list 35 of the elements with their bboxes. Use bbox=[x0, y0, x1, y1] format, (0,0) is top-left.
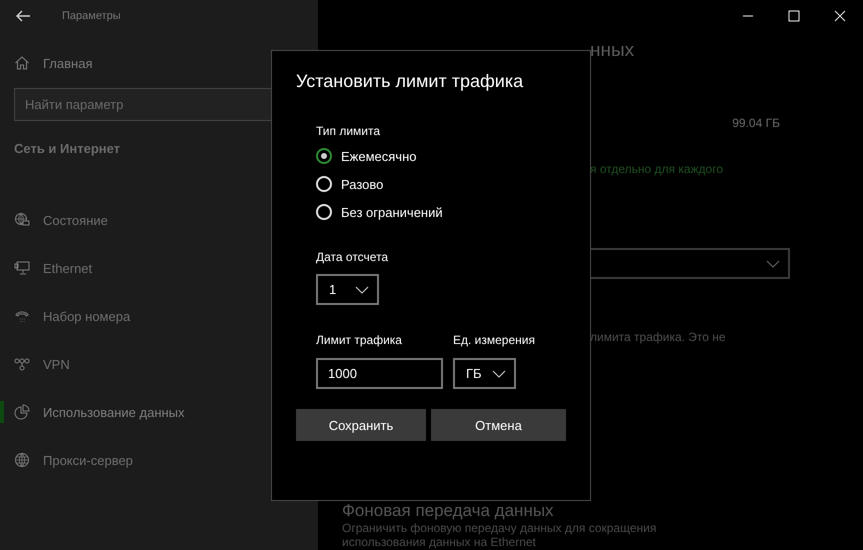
network-nodes-icon bbox=[14, 356, 30, 372]
page-heading: нных bbox=[590, 40, 634, 62]
home-nav-item[interactable]: Главная bbox=[14, 55, 92, 71]
home-icon bbox=[14, 55, 30, 71]
globe-monitor-icon bbox=[14, 212, 30, 228]
save-button[interactable]: Сохранить bbox=[296, 409, 426, 441]
radio-option[interactable]: Ежемесячно bbox=[316, 148, 416, 164]
input-field[interactable]: 1000 bbox=[316, 358, 443, 389]
radio-option[interactable]: Разово bbox=[316, 176, 384, 192]
pie-chart-icon bbox=[14, 404, 30, 420]
field-label: Лимит трафика bbox=[316, 333, 402, 347]
globe-icon bbox=[14, 452, 30, 468]
chevron-down-icon bbox=[355, 286, 369, 294]
chevron-down-icon bbox=[492, 370, 506, 378]
maximize-icon[interactable] bbox=[788, 10, 800, 22]
description-text: использования данных на Ethernet bbox=[342, 535, 536, 549]
date-dropdown[interactable]: 1 bbox=[316, 274, 379, 305]
chevron-down-icon bbox=[766, 260, 780, 268]
radio-button[interactable] bbox=[316, 148, 332, 164]
back-arrow-icon[interactable] bbox=[16, 10, 30, 22]
field-label: Тип лимита bbox=[316, 124, 380, 138]
monitor-icon bbox=[14, 260, 30, 276]
cancel-button[interactable]: Отмена bbox=[431, 409, 566, 441]
unit-dropdown[interactable]: ГБ bbox=[453, 358, 516, 389]
sidebar-item[interactable]: Использование данных bbox=[0, 388, 195, 436]
field-label: Ед. измерения bbox=[453, 333, 535, 347]
section-heading: Сеть и Интернет bbox=[14, 141, 120, 156]
close-icon[interactable] bbox=[834, 10, 846, 22]
window-title: Параметры bbox=[62, 10, 121, 22]
field-label: Дата отсчета bbox=[316, 250, 388, 264]
description-text: лимита трафика. Это не bbox=[590, 330, 726, 344]
usage-value: 99.04 ГБ bbox=[732, 116, 780, 130]
description-text: Ограничить фоновую передачу данных для сокращения bbox=[342, 521, 656, 535]
section-title: Фоновая передача данных bbox=[342, 502, 554, 520]
radio-option[interactable]: Без ограничений bbox=[316, 204, 443, 220]
